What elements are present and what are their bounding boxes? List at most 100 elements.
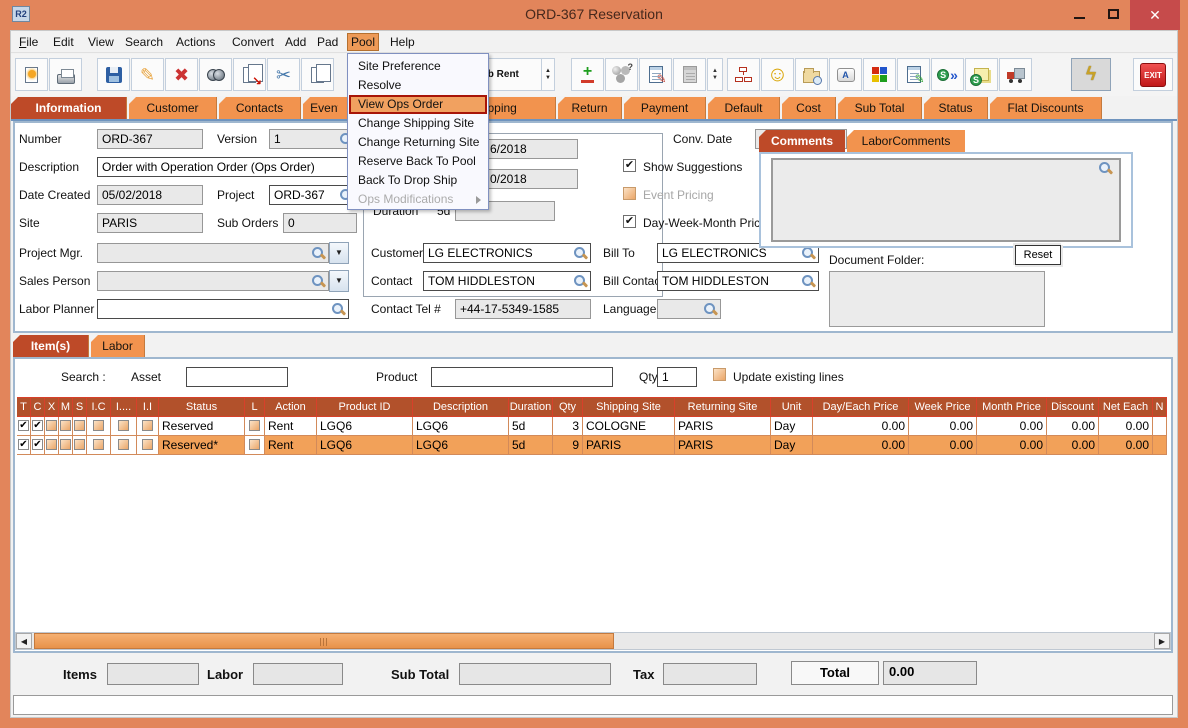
- project-mgr-field[interactable]: [97, 243, 329, 263]
- col-description[interactable]: Description: [413, 397, 509, 417]
- row-checkbox-idots[interactable]: [118, 420, 129, 431]
- delete-button[interactable]: ✖: [165, 58, 198, 91]
- col-month-price[interactable]: Month Price: [977, 397, 1047, 417]
- bill-contact-field[interactable]: TOM HIDDLESTON: [657, 271, 819, 291]
- col-day-each-price[interactable]: Day/Each Price: [813, 397, 909, 417]
- col-x[interactable]: X: [45, 397, 59, 417]
- menu-search[interactable]: Search: [121, 33, 167, 51]
- row-checkbox-x[interactable]: [46, 439, 57, 450]
- col-ii[interactable]: I.I: [137, 397, 159, 417]
- table-row[interactable]: [17, 436, 31, 455]
- menu-convert[interactable]: Convert: [228, 33, 278, 51]
- tab-customer[interactable]: Customer: [129, 97, 217, 119]
- menu-item-site-preference[interactable]: Site Preference: [349, 57, 487, 76]
- close-button[interactable]: ✕: [1130, 0, 1180, 30]
- tab-labor-comments[interactable]: LaborComments: [847, 130, 965, 152]
- update-existing-checkbox[interactable]: [713, 368, 726, 381]
- tab-return[interactable]: Return: [558, 97, 622, 119]
- col-idots[interactable]: I....: [111, 397, 137, 417]
- row-checkbox-m[interactable]: [60, 420, 71, 431]
- notes-edit-button[interactable]: ✎: [639, 58, 672, 91]
- menu-item-back-to-drop-ship[interactable]: Back To Drop Ship: [349, 171, 487, 190]
- col-net-each[interactable]: Net Each: [1099, 397, 1153, 417]
- row-checkbox-s[interactable]: [74, 420, 85, 431]
- scroll-left-button[interactable]: ◀: [16, 633, 32, 649]
- folder-history-button[interactable]: [795, 58, 828, 91]
- description-field[interactable]: Order with Operation Order (Ops Order): [97, 157, 359, 177]
- shortcut-key-button[interactable]: A: [829, 58, 862, 91]
- quick-actions-button[interactable]: ϟ: [1071, 58, 1111, 91]
- sub-orders-field[interactable]: 0: [283, 213, 357, 233]
- scrollbar-thumb[interactable]: [34, 633, 614, 649]
- menu-actions[interactable]: Actions: [172, 33, 219, 51]
- menu-file[interactable]: File: [15, 33, 42, 51]
- add-remove-button[interactable]: +: [571, 58, 604, 91]
- row-checkbox-l[interactable]: [249, 420, 260, 431]
- tab-flat-discounts[interactable]: Flat Discounts: [990, 97, 1102, 119]
- tab-default[interactable]: Default: [708, 97, 780, 119]
- tab-contacts[interactable]: Contacts: [219, 97, 301, 119]
- row-checkbox-l[interactable]: [249, 439, 260, 450]
- row-checkbox-c[interactable]: [32, 439, 43, 450]
- comments-textarea[interactable]: [771, 158, 1121, 242]
- site-field[interactable]: PARIS: [97, 213, 203, 233]
- delivery-button[interactable]: [999, 58, 1032, 91]
- col-status[interactable]: Status: [159, 397, 245, 417]
- col-s[interactable]: S: [73, 397, 87, 417]
- col-m[interactable]: M: [59, 397, 73, 417]
- sub-rent-dropdown[interactable]: ▲ ▼: [541, 59, 554, 90]
- horizontal-scrollbar[interactable]: ◀ ▶: [15, 632, 1171, 650]
- price-notes-button[interactable]: S: [965, 58, 998, 91]
- menu-item-resolve[interactable]: Resolve: [349, 76, 487, 95]
- scroll-right-button[interactable]: ▶: [1154, 633, 1170, 649]
- col-shipping-site[interactable]: Shipping Site: [583, 397, 675, 417]
- sales-person-search-icon[interactable]: [312, 275, 325, 288]
- row-checkbox-c[interactable]: [32, 420, 43, 431]
- menu-edit[interactable]: Edit: [49, 33, 78, 51]
- row-checkbox-ic[interactable]: [93, 420, 104, 431]
- exit-button[interactable]: EXIT: [1133, 58, 1173, 91]
- customer-field[interactable]: LG ELECTRONICS: [423, 243, 591, 263]
- show-suggestions-checkbox[interactable]: [623, 159, 636, 172]
- pool-availability-button[interactable]: ?: [605, 58, 638, 91]
- dwm-pricing-checkbox[interactable]: [623, 215, 636, 228]
- customer-service-button[interactable]: ☺: [761, 58, 794, 91]
- labor-planner-search-icon[interactable]: [332, 303, 345, 316]
- minimize-button[interactable]: [1062, 0, 1096, 30]
- maximize-button[interactable]: [1096, 0, 1130, 30]
- save-button[interactable]: [97, 58, 130, 91]
- tab-labor[interactable]: Labor: [91, 335, 145, 357]
- menu-item-change-returning-site[interactable]: Change Returning Site: [349, 133, 487, 152]
- col-week-price[interactable]: Week Price: [909, 397, 977, 417]
- row-checkbox-t[interactable]: [18, 420, 29, 431]
- menu-add[interactable]: Add: [281, 33, 310, 51]
- row-checkbox-ii[interactable]: [142, 420, 153, 431]
- labor-planner-field[interactable]: [97, 299, 349, 319]
- row-checkbox-s[interactable]: [74, 439, 85, 450]
- language-search-icon[interactable]: [704, 303, 717, 316]
- menu-item-change-shipping-site[interactable]: Change Shipping Site: [349, 114, 487, 133]
- contact-field[interactable]: TOM HIDDLESTON: [423, 271, 591, 291]
- contact-search-icon[interactable]: [574, 275, 587, 288]
- row-checkbox-t[interactable]: [18, 439, 29, 450]
- customer-search-icon[interactable]: [574, 247, 587, 260]
- tab-payment[interactable]: Payment: [624, 97, 706, 119]
- availability-blocks-button[interactable]: [863, 58, 896, 91]
- contact-tel-field[interactable]: +44-17-5349-1585: [455, 299, 591, 319]
- col-returning-site[interactable]: Returning Site: [675, 397, 771, 417]
- project-field[interactable]: ORD-367: [269, 185, 357, 205]
- col-product-id[interactable]: Product ID: [317, 397, 413, 417]
- project-mgr-dropdown[interactable]: ▼: [329, 242, 349, 264]
- row-checkbox-ii[interactable]: [142, 439, 153, 450]
- col-n[interactable]: N: [1153, 397, 1167, 417]
- language-field[interactable]: [657, 299, 721, 319]
- edit-button[interactable]: ✎: [131, 58, 164, 91]
- tab-sub-total[interactable]: Sub Total: [838, 97, 922, 119]
- col-c[interactable]: C: [31, 397, 45, 417]
- menu-pool[interactable]: Pool: [347, 33, 380, 51]
- menu-view[interactable]: View: [84, 33, 118, 51]
- product-input[interactable]: [431, 367, 613, 387]
- price-forward-button[interactable]: S»: [931, 58, 964, 91]
- row-checkbox-ic[interactable]: [93, 439, 104, 450]
- col-unit[interactable]: Unit: [771, 397, 813, 417]
